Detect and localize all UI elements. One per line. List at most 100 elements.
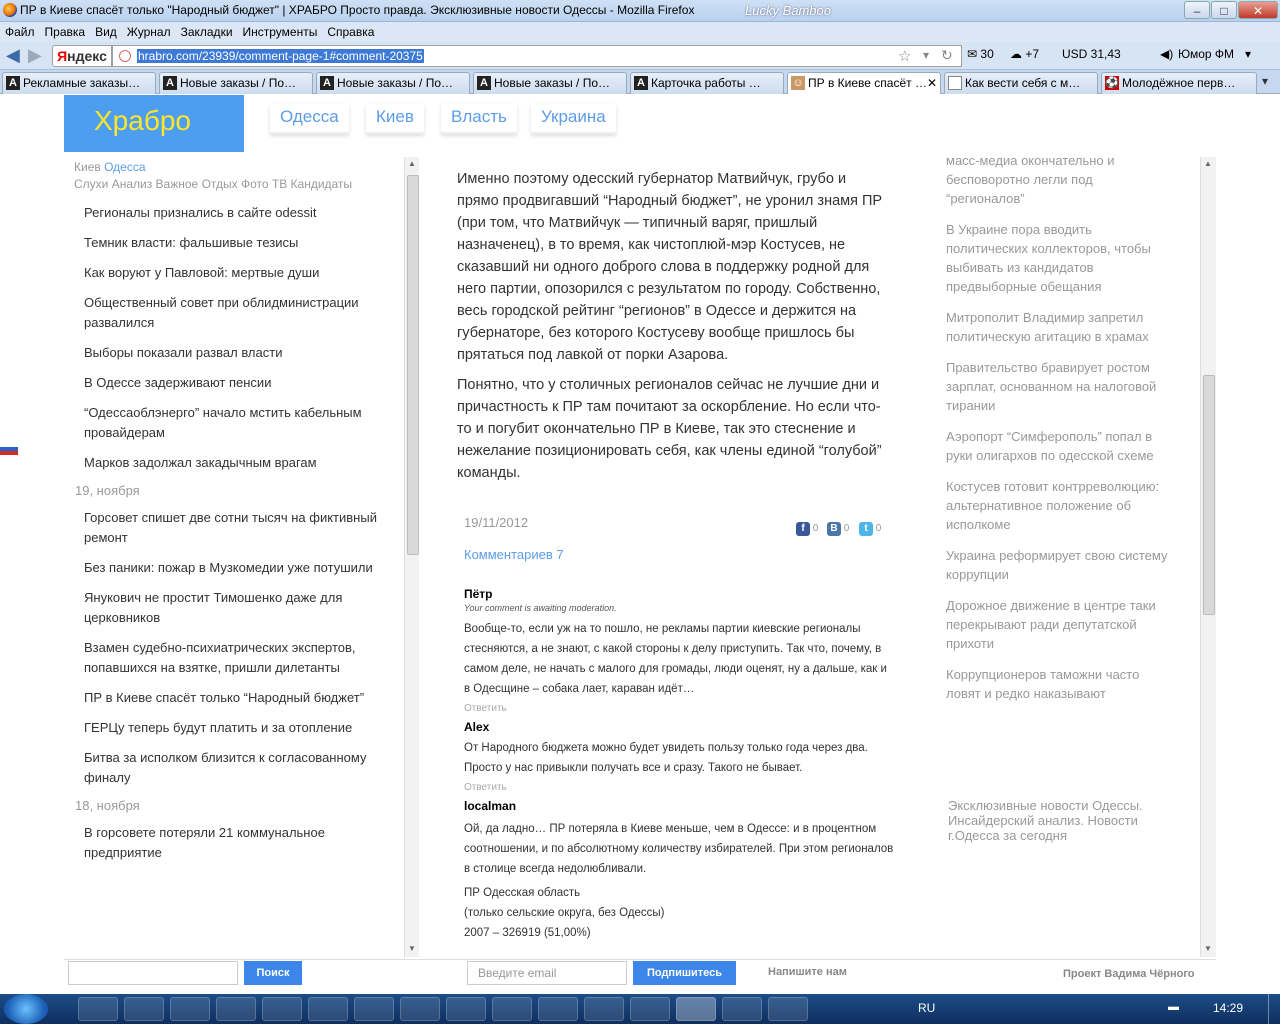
related-news-item[interactable]: Дорожное движение в центре таки перекрыв… xyxy=(946,596,1168,653)
menu-tools[interactable]: Инструменты xyxy=(238,22,323,39)
sidebar-news-item[interactable]: “Одессаоблэнерго” начало мстить кабельны… xyxy=(64,398,404,448)
sidebar-news-item[interactable]: Марков задолжал закадычным врагам xyxy=(64,448,404,478)
dropdown-icon[interactable]: ▾ xyxy=(923,48,929,62)
related-news-item[interactable]: Украина реформирует свою систему коррупц… xyxy=(946,546,1168,584)
email-input[interactable]: Введите email xyxy=(467,961,627,985)
sidebar-news-item[interactable]: Битва за исполком близится к согласованн… xyxy=(64,743,404,793)
reply-link[interactable]: Ответить xyxy=(464,782,894,793)
share-twitter[interactable]: t 0 xyxy=(859,522,881,536)
tab-list-icon[interactable]: ▾ xyxy=(1262,74,1268,88)
browser-tab[interactable]: A Новые заказы / По… xyxy=(473,72,627,94)
twitter-icon[interactable]: t xyxy=(859,522,873,536)
taskbar-app-icon[interactable] xyxy=(354,997,394,1021)
sidebar-scroll-thumb[interactable] xyxy=(407,175,419,555)
menu-history[interactable]: Журнал xyxy=(122,22,176,39)
browser-tab[interactable]: Как вести себя с м… xyxy=(944,72,1098,94)
sidebar-news-item[interactable]: Общественный совет при облидминистрации … xyxy=(64,288,404,338)
language-indicator[interactable]: RU xyxy=(918,1001,935,1015)
taskbar-app-icon[interactable] xyxy=(722,997,762,1021)
scroll-up-icon[interactable]: ▲ xyxy=(1204,159,1212,168)
tab-close-icon[interactable]: ✕ xyxy=(927,73,937,93)
sidebar-news-item[interactable]: Взамен судебно-психиатрических экспертов… xyxy=(64,633,404,683)
nav-ukraine[interactable]: Украина xyxy=(531,104,616,134)
close-button[interactable]: ✕ xyxy=(1238,1,1278,19)
site-logo[interactable]: Храбро xyxy=(64,95,244,152)
sidebar-news-item[interactable]: Как воруют у Павловой: мертвые души xyxy=(64,258,404,288)
browser-tab[interactable]: ⚽ Молодёжное перв… xyxy=(1101,72,1257,94)
nav-odessa[interactable]: Одесса xyxy=(270,104,349,134)
yandex-button[interactable]: Яндекс xyxy=(52,45,112,67)
back-arrow-icon[interactable]: ◀ xyxy=(6,45,20,66)
taskbar-opera-icon[interactable] xyxy=(492,997,532,1021)
share-facebook[interactable]: f 0 xyxy=(796,522,818,536)
related-news-item[interactable]: Митрополит Владимир запретил политическу… xyxy=(946,308,1168,346)
browser-tab[interactable]: A Новые заказы / По… xyxy=(159,72,313,94)
speaker-icon[interactable]: ◀) xyxy=(1160,47,1173,61)
sidebar-news-item[interactable]: Выборы показали развал власти xyxy=(64,338,404,368)
taskbar-app-icon[interactable] xyxy=(446,997,486,1021)
start-button[interactable] xyxy=(4,994,48,1024)
browser-tab-active[interactable]: ☺ ПР в Киеве спасёт … ✕ xyxy=(787,72,941,94)
sidebar-news-item[interactable]: ГЕРЦу теперь будут платить и за отоплени… xyxy=(64,713,404,743)
taskbar-app-icon[interactable] xyxy=(170,997,210,1021)
maximize-button[interactable]: □ xyxy=(1211,1,1237,19)
facebook-icon[interactable]: f xyxy=(796,522,810,536)
taskbar-app-icon[interactable] xyxy=(124,997,164,1021)
related-news-item[interactable]: Правительство бравирует ростом зарплат, … xyxy=(946,358,1168,415)
weather-widget[interactable]: ☁ +7 xyxy=(1010,47,1039,61)
reply-link[interactable]: Ответить xyxy=(464,703,894,714)
sidebar-news-item[interactable]: В горсовете потеряли 21 коммунальное пре… xyxy=(64,818,404,868)
filter-odessa[interactable]: Одесса xyxy=(104,160,145,174)
related-news-item[interactable]: Аэропорт “Симферополь” попал в руки олиг… xyxy=(946,427,1168,465)
nav-vlast[interactable]: Власть xyxy=(441,104,517,134)
menu-view[interactable]: Вид xyxy=(90,22,122,39)
url-text[interactable]: hrabro.com/23939/comment-page-1#comment-… xyxy=(137,49,424,63)
project-credit-link[interactable]: Проект Вадима Чёрного xyxy=(1063,968,1194,980)
taskbar-word-icon[interactable] xyxy=(768,997,808,1021)
forward-arrow-icon[interactable]: ▶ xyxy=(28,45,42,66)
related-news-item[interactable]: Костусев готовит контрреволюцию: альтерн… xyxy=(946,477,1168,534)
related-news-item[interactable]: В Украине пора вводить политических колл… xyxy=(946,220,1168,296)
browser-tab[interactable]: A Рекламные заказы… xyxy=(2,72,156,94)
sidebar-news-item[interactable]: Регионалы признались в сайте odessit xyxy=(64,198,404,228)
taskbar-app-icon[interactable] xyxy=(630,997,670,1021)
taskbar-app-icon[interactable] xyxy=(216,997,256,1021)
minimize-button[interactable]: – xyxy=(1184,1,1210,19)
filter-kiev[interactable]: Киев xyxy=(74,160,101,174)
menu-help[interactable]: Справка xyxy=(322,22,379,39)
scroll-up-icon[interactable]: ▲ xyxy=(408,159,416,168)
taskbar-app-icon[interactable] xyxy=(308,997,348,1021)
site-identity-icon[interactable] xyxy=(119,50,131,62)
taskbar-chrome-icon[interactable] xyxy=(400,997,440,1021)
mail-counter[interactable]: ✉ 30 xyxy=(967,47,994,61)
scroll-down-icon[interactable]: ▼ xyxy=(1204,944,1212,953)
contact-link[interactable]: Напишите нам xyxy=(768,966,847,978)
sidebar-scrollbar[interactable]: ▲ ▼ xyxy=(404,157,419,957)
taskbar-app-icon[interactable] xyxy=(584,997,624,1021)
clock[interactable]: 14:29 xyxy=(1213,1001,1243,1015)
share-vk[interactable]: B 0 xyxy=(827,522,849,536)
scroll-down-icon[interactable]: ▼ xyxy=(408,944,416,953)
comments-count-link[interactable]: Комментариев 7 xyxy=(464,547,564,562)
menu-edit[interactable]: Правка xyxy=(40,22,91,39)
currency-widget[interactable]: USD 31,43 xyxy=(1062,47,1121,61)
show-desktop-button[interactable] xyxy=(1268,994,1280,1024)
menu-file[interactable]: Файл xyxy=(0,22,40,39)
nav-kiev[interactable]: Киев xyxy=(366,104,424,134)
search-button[interactable]: Поиск xyxy=(244,961,302,985)
sidebar-category-filter[interactable]: Слухи Анализ Важное Отдых Фото ТВ Кандид… xyxy=(64,176,404,193)
taskbar-app-icon[interactable] xyxy=(78,997,118,1021)
sidebar-news-item[interactable]: В Одессе задерживают пенсии xyxy=(64,368,404,398)
bookmark-star-icon[interactable]: ☆ xyxy=(898,47,911,65)
radio-widget[interactable]: Юмор ФМ xyxy=(1178,47,1234,61)
dropdown-icon[interactable]: ▾ xyxy=(1245,47,1251,61)
browser-tab[interactable]: A Новые заказы / По… xyxy=(316,72,470,94)
page-scrollbar[interactable]: ▲ ▼ xyxy=(1200,157,1216,957)
related-news-item[interactable]: масс-медиа окончательно и бесповоротно л… xyxy=(946,155,1168,208)
vk-icon[interactable]: B xyxy=(827,522,841,536)
search-input[interactable] xyxy=(68,961,238,985)
sidebar-news-item[interactable]: Темник власти: фальшивые тезисы xyxy=(64,228,404,258)
sidebar-news-item[interactable]: Янукович не простит Тимошенко даже для ц… xyxy=(64,583,404,633)
russian-flag-icon[interactable] xyxy=(0,443,18,455)
address-bar[interactable]: hrabro.com/23939/comment-page-1#comment-… xyxy=(112,45,962,67)
